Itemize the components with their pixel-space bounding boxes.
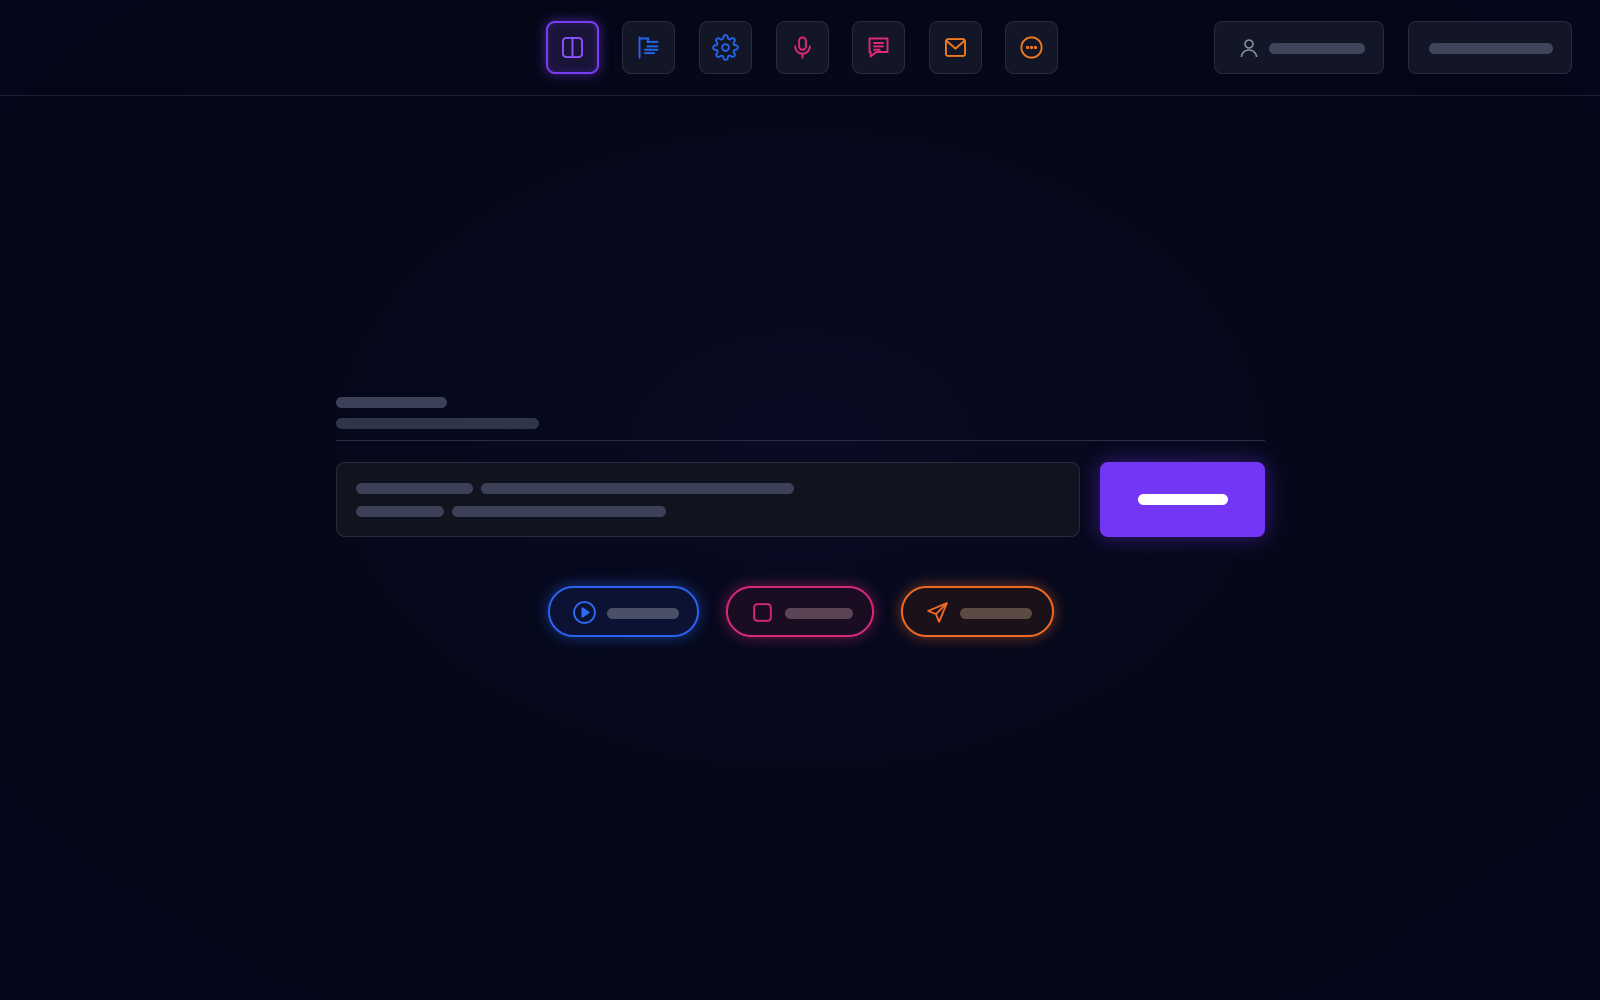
play-icon [573,601,596,624]
flag-list-button[interactable] [622,21,675,74]
user-icon [1240,39,1258,58]
send-icon [927,602,948,623]
microphone-icon [794,36,811,59]
stop-button-label [785,608,853,619]
stop-button[interactable] [726,586,874,637]
prompt-text-line [356,483,473,494]
toolbar-right-button-label [1429,43,1553,54]
chat-button[interactable] [852,21,905,74]
submit-button[interactable] [1100,462,1265,537]
panel-heading [336,397,447,408]
divider [336,440,1265,441]
top-toolbar [0,0,1600,96]
send-button-label [960,608,1032,619]
split-view-button[interactable] [546,21,599,74]
mail-button[interactable] [929,21,982,74]
submit-button-label [1138,494,1228,505]
more-options-button[interactable] [1005,21,1058,74]
run-button-label [607,608,679,619]
split-view-icon [561,36,584,59]
toolbar-right-button[interactable] [1408,21,1572,74]
account-label [1269,43,1365,54]
prompt-text-line [356,506,444,517]
prompt-text-line [452,506,666,517]
prompt-input[interactable] [336,462,1080,537]
account-button[interactable] [1214,21,1384,74]
prompt-text-line [481,483,794,494]
chat-message-icon [868,37,889,58]
send-button[interactable] [901,586,1054,637]
run-button[interactable] [548,586,699,637]
gear-icon [712,34,739,61]
flag-list-icon [638,36,659,59]
microphone-button[interactable] [776,21,829,74]
stop-icon [753,603,772,622]
mail-icon [944,38,967,57]
more-options-icon [1020,36,1043,59]
panel-subheading [336,418,539,429]
settings-button[interactable] [699,21,752,74]
